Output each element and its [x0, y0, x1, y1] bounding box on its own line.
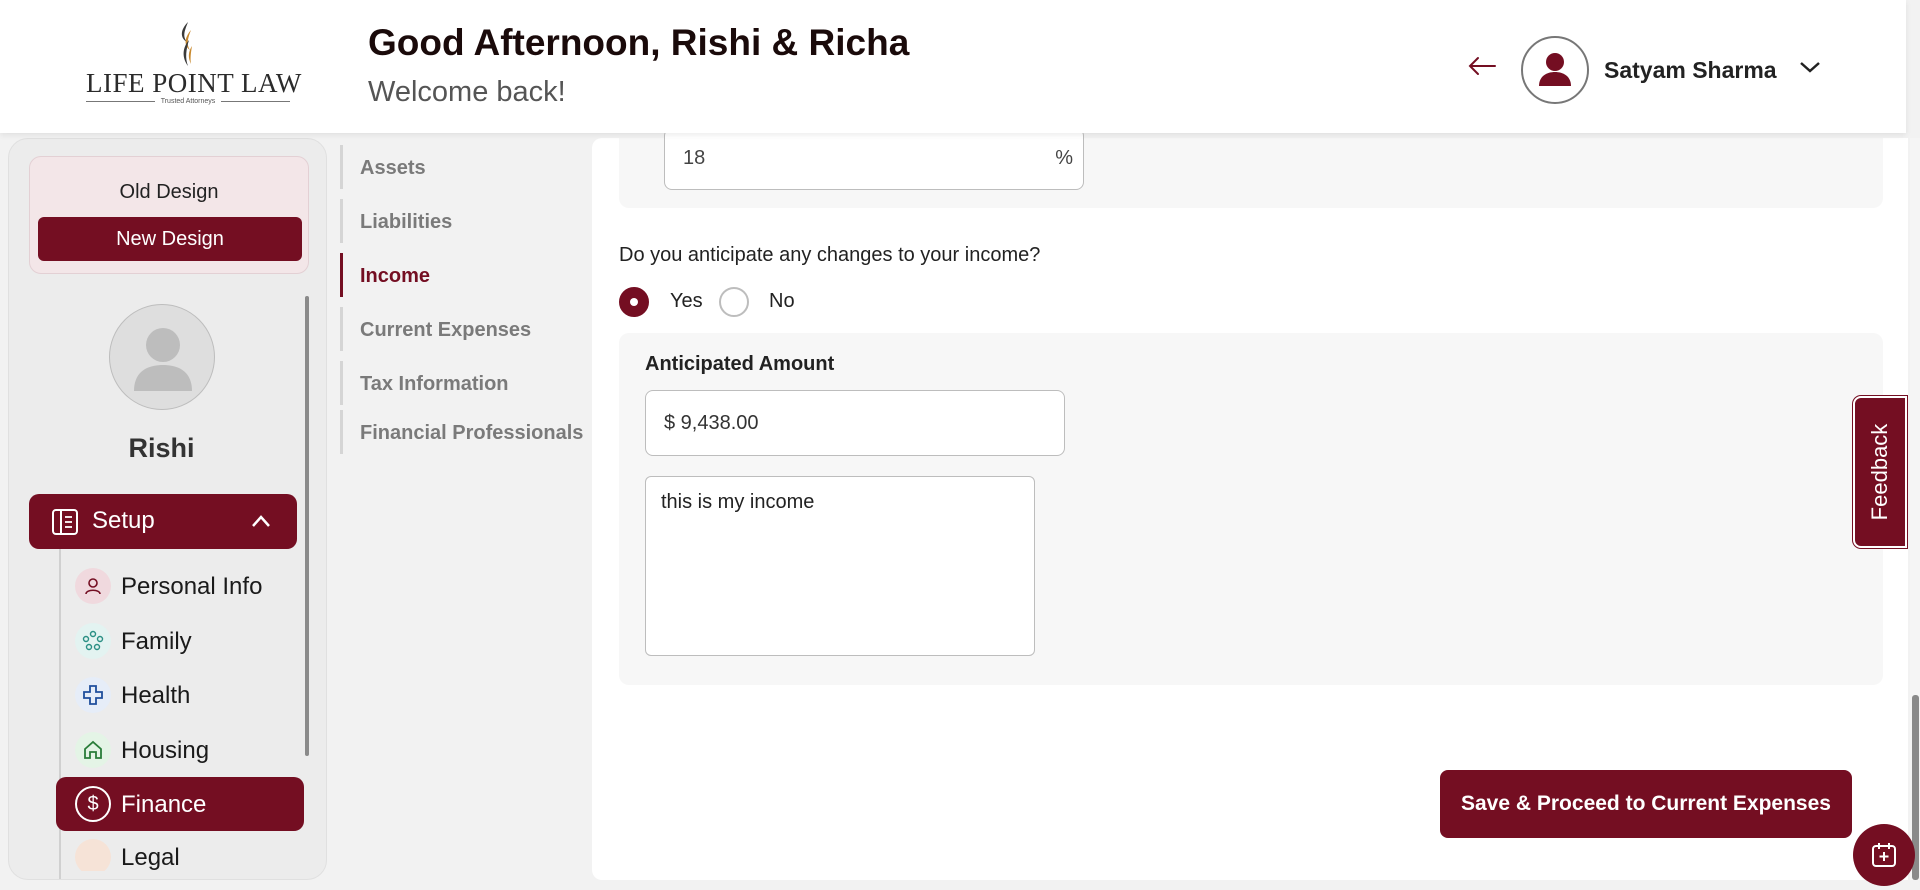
subnav-label: Current Expenses — [360, 319, 532, 341]
radio-yes[interactable] — [619, 287, 649, 317]
percentage-input[interactable]: 18 % — [664, 128, 1084, 190]
divider — [221, 101, 291, 102]
sidebar-item-housing[interactable]: Housing — [75, 724, 305, 774]
health-cross-icon — [75, 677, 111, 713]
subnav-label: Liabilities — [360, 211, 453, 233]
subnav-assets[interactable]: Assets — [340, 145, 580, 189]
book-icon — [52, 509, 78, 535]
feedback-label: Feedback — [1867, 423, 1892, 521]
subnav-income[interactable]: Income — [340, 253, 580, 297]
sidebar-item-label: Legal — [121, 844, 180, 871]
subnav-current-expenses[interactable]: Current Expenses — [340, 307, 580, 351]
radio-no[interactable] — [719, 287, 749, 317]
subnav-label: Income — [360, 265, 431, 287]
sidebar-item-label: Family — [121, 628, 192, 655]
page-title: Good Afternoon, Rishi & Richa — [368, 22, 910, 63]
logo-text: LIFE POINT LAW — [86, 68, 302, 98]
anticipated-amount-label: Anticipated Amount — [645, 353, 835, 375]
sidebar-scrollbar[interactable] — [305, 296, 309, 756]
person-icon — [75, 568, 111, 604]
user-name[interactable]: Satyam Sharma — [1604, 57, 1777, 84]
welcome-subtitle: Welcome back! — [368, 76, 566, 108]
subnav-tax-information[interactable]: Tax Information — [340, 361, 580, 405]
avatar-placeholder-icon — [134, 328, 192, 391]
house-icon — [75, 732, 111, 768]
sidebar-item-health[interactable]: Health — [75, 669, 305, 719]
subnav-label: Financial Professionals — [360, 422, 584, 444]
anticipated-amount-card: Anticipated Amount $ 9,438.00 this is my… — [619, 333, 1883, 685]
subnav-financial-professionals[interactable]: Financial Professionals — [340, 410, 584, 454]
sidebar-item-finance[interactable]: $ Finance — [56, 777, 304, 831]
income-notes-textarea[interactable]: this is my income — [645, 476, 1035, 656]
sidebar-item-personal-info[interactable]: Personal Info — [75, 560, 305, 610]
chevron-down-icon[interactable] — [1798, 59, 1822, 75]
back-arrow-icon[interactable] — [1467, 56, 1497, 76]
setup-section-toggle[interactable]: Setup — [29, 494, 297, 549]
user-silhouette-icon — [1539, 53, 1571, 86]
percent-suffix: % — [1055, 147, 1073, 169]
logo-tagline-row: Trusted Attorneys — [86, 98, 291, 105]
family-icon — [75, 623, 111, 659]
dollar-icon: $ — [75, 786, 111, 822]
percentage-card: 18 % — [619, 128, 1883, 208]
divider — [86, 101, 155, 102]
sidebar-item-label: Health — [121, 682, 191, 709]
sidebar-item-label: Finance — [121, 791, 207, 818]
sidebar-item-label: Housing — [121, 737, 210, 764]
user-avatar[interactable] — [1521, 36, 1589, 104]
logo-flame-icon — [181, 22, 192, 66]
chevron-up-icon — [252, 515, 270, 527]
profile-avatar — [109, 304, 215, 410]
sidebar-tree-line — [59, 549, 61, 879]
legal-icon — [75, 839, 111, 871]
percentage-value: 18 — [683, 147, 706, 169]
subnav-label: Tax Information — [360, 373, 509, 395]
sidebar-item-label: Personal Info — [121, 573, 263, 600]
design-toggle: Old Design New Design — [29, 156, 309, 274]
add-note-button[interactable] — [1853, 824, 1915, 886]
new-design-button[interactable]: New Design — [38, 217, 302, 261]
calendar-plus-icon — [1872, 843, 1896, 867]
income-form: 18 % Do you anticipate any changes to yo… — [592, 128, 1908, 880]
profile-name: Rishi — [128, 433, 195, 463]
life-point-law-logo[interactable]: LIFE POINT LAW Trusted Attorneys — [86, 20, 302, 112]
anticipated-amount-input[interactable]: $ 9,438.00 — [645, 390, 1065, 456]
old-design-button[interactable]: Old Design — [30, 181, 308, 204]
save-proceed-button[interactable]: Save & Proceed to Current Expenses — [1440, 770, 1852, 838]
subnav-liabilities[interactable]: Liabilities — [340, 199, 580, 243]
sidebar-item-family[interactable]: Family — [75, 615, 305, 665]
logo-tagline: Trusted Attorneys — [160, 98, 216, 105]
sidebar-item-legal[interactable]: Legal — [75, 831, 305, 871]
left-sidebar: Old Design New Design Rishi Setup Person… — [8, 138, 327, 880]
feedback-tab[interactable]: Feedback — [1853, 396, 1907, 548]
income-change-question: Do you anticipate any changes to your in… — [619, 244, 1041, 266]
radio-yes-label[interactable]: Yes — [670, 290, 703, 313]
setup-label: Setup — [92, 507, 155, 534]
radio-no-label[interactable]: No — [769, 290, 795, 313]
subnav-label: Assets — [360, 157, 426, 179]
top-header: LIFE POINT LAW Trusted Attorneys Good Af… — [0, 0, 1906, 133]
